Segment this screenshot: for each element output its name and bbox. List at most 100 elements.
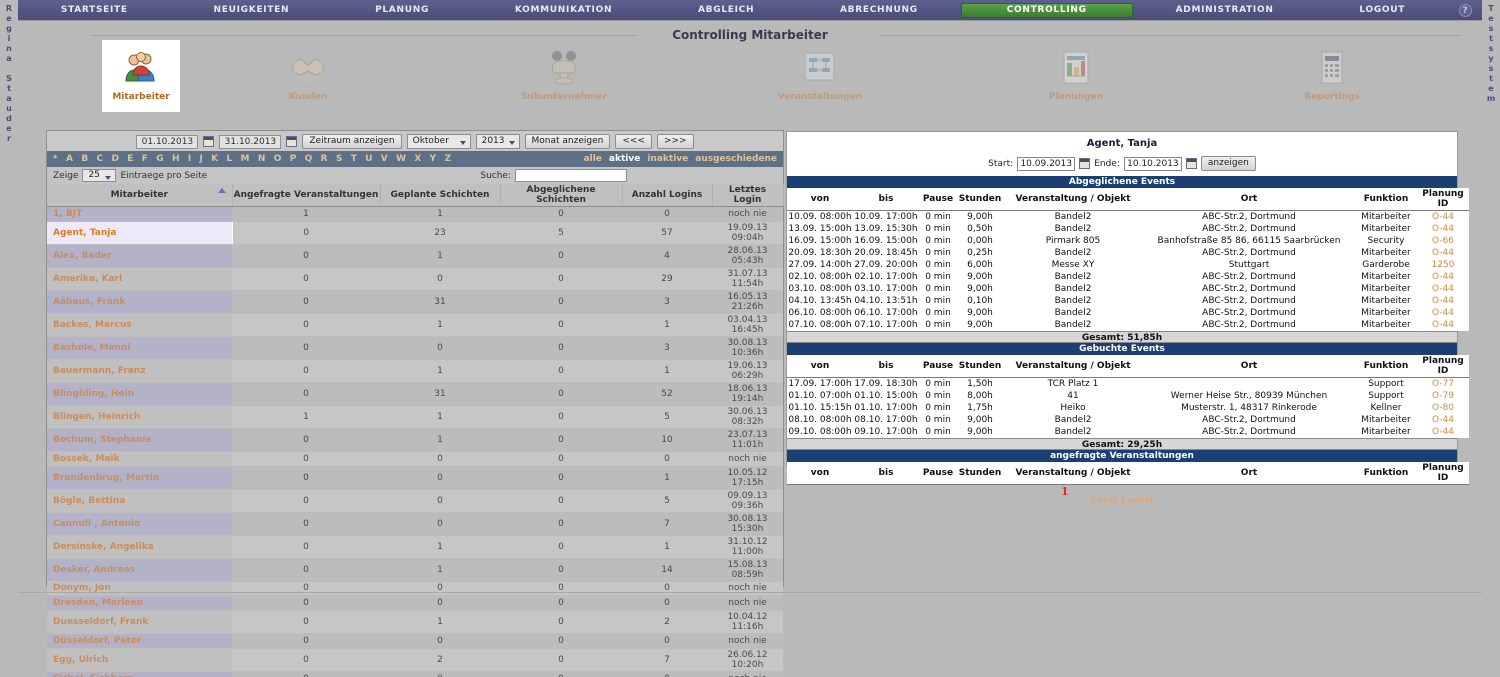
- employee-name[interactable]: Desker, Andreas: [47, 558, 232, 582]
- employee-name[interactable]: Duesseldorf, Frank: [47, 610, 232, 635]
- employee-row[interactable]: Blingen, Heinrich 1 1 0 5 30.06.13 08:32h: [47, 405, 783, 429]
- employee-row[interactable]: Alex, Bader 0 1 0 4 28.06.13 05:43h: [47, 244, 783, 268]
- state-filter-ausgeschiedene[interactable]: ausgeschiedene: [695, 154, 777, 164]
- state-filter-alle[interactable]: alle: [584, 154, 602, 164]
- employee-row[interactable]: Desker, Andreas 0 1 0 14 15.08.13 08:59h: [47, 558, 783, 582]
- employee-name[interactable]: Blingen, Heinrich: [47, 405, 232, 429]
- calendar-icon[interactable]: [286, 136, 298, 147]
- employee-name[interactable]: 1, BJT: [47, 206, 232, 222]
- module-veranstaltungen[interactable]: Veranstaltungen: [692, 40, 948, 112]
- event-planung-id[interactable]: O-66: [1417, 235, 1469, 247]
- employee-row[interactable]: Donym, Jon 0 0 0 0 noch nie: [47, 581, 783, 597]
- employee-row[interactable]: Bögle, Bettina 0 0 0 5 09.09.13 09:36h: [47, 489, 783, 513]
- search-input[interactable]: [515, 169, 627, 182]
- help-icon[interactable]: ?: [1448, 3, 1482, 17]
- topnav-item-startseite[interactable]: STARTSEITE: [18, 0, 171, 21]
- topnav-item-kommunikation[interactable]: KOMMUNIKATION: [472, 0, 655, 21]
- event-planung-id[interactable]: O-44: [1417, 307, 1469, 319]
- employee-row[interactable]: Düsseldorf, Peter 0 0 0 0 noch nie: [47, 633, 783, 649]
- next-button[interactable]: >>>: [656, 134, 694, 149]
- module-subunternehmer[interactable]: Subunternehmer: [436, 40, 692, 112]
- employee-name[interactable]: Dersinske, Angelika: [47, 535, 232, 559]
- employee-row[interactable]: Cannuli , Antonio 0 0 0 7 30.08.13 15:30h: [47, 512, 783, 536]
- topnav-item-administration[interactable]: ADMINISTRATION: [1133, 0, 1317, 21]
- employee-name[interactable]: Dresden, Marleen: [47, 595, 232, 612]
- event-planung-id[interactable]: O-44: [1417, 295, 1469, 307]
- employee-row[interactable]: 1, BJT 1 1 0 0 noch nie: [47, 206, 783, 222]
- employee-row[interactable]: Amerika, Karl 0 0 0 29 31.07.13 11:54h: [47, 267, 783, 291]
- employee-name[interactable]: Egg, Ulrich: [47, 648, 232, 672]
- employee-name[interactable]: Bossek, Maik: [47, 451, 232, 467]
- employee-row[interactable]: Bashole, Manni 0 0 0 3 30.08.13 10:36h: [47, 336, 783, 360]
- per-page-select[interactable]: 25: [82, 169, 117, 182]
- employee-col-5[interactable]: Letztes Login: [712, 184, 784, 207]
- excel-export-link[interactable]: Excel Export: [1091, 496, 1154, 506]
- employee-row[interactable]: Aähaus, Fränk 0 31 0 3 16.05.13 21:26h: [47, 290, 783, 314]
- topnav-item-abgleich[interactable]: ABGLEICH: [655, 0, 797, 21]
- employee-row[interactable]: Brandenbrug, Martin 0 0 0 1 10.05.12 17:15h: [47, 466, 783, 490]
- state-filter-inaktive[interactable]: inaktive: [647, 154, 688, 164]
- employee-name[interactable]: Aähaus, Fränk: [47, 290, 232, 314]
- show-month-button[interactable]: Monat anzeigen: [524, 134, 611, 149]
- employee-row[interactable]: Agent, Tanja 0 23 5 57 19.09.13 09:04h: [47, 221, 783, 245]
- employee-name[interactable]: Bashole, Manni: [47, 336, 232, 360]
- topnav-item-neuigkeiten[interactable]: NEUIGKEITEN: [171, 0, 333, 21]
- date-from-input[interactable]: 01.10.2013: [136, 134, 199, 149]
- topnav-item-planung[interactable]: PLANUNG: [332, 0, 472, 21]
- month-select[interactable]: Oktober: [406, 134, 471, 149]
- event-planung-id[interactable]: O-44: [1417, 223, 1469, 235]
- employee-row[interactable]: Blingbling, Hein 0 31 0 52 18.06.13 19:14h: [47, 382, 783, 406]
- event-planung-id[interactable]: O-77: [1417, 377, 1469, 390]
- employee-name[interactable]: Düsseldorf, Peter: [47, 633, 232, 649]
- event-planung-id[interactable]: O-79: [1417, 390, 1469, 402]
- event-planung-id[interactable]: O-44: [1417, 319, 1469, 331]
- employee-col-4[interactable]: Anzahl Logins: [622, 184, 713, 207]
- calendar-icon[interactable]: [1185, 158, 1197, 169]
- event-planung-id[interactable]: O-44: [1417, 271, 1469, 283]
- employee-name[interactable]: Bochum, Stephanie: [47, 428, 232, 452]
- employee-row[interactable]: Dersinske, Angelika 0 1 0 1 31.10.12 11:00h: [47, 535, 783, 559]
- employee-col-2[interactable]: Geplante Schichten: [380, 184, 501, 207]
- employee-name[interactable]: Cannuli , Antonio: [47, 512, 232, 536]
- module-kunden[interactable]: Kunden: [180, 40, 436, 112]
- calendar-icon[interactable]: [203, 136, 215, 147]
- event-planung-id[interactable]: O-44: [1417, 283, 1469, 295]
- employee-name[interactable]: Alex, Bader: [47, 244, 232, 268]
- topnav-item-controlling[interactable]: CONTROLLING: [960, 2, 1133, 18]
- employee-row[interactable]: Backes, Marcus 0 1 0 1 03.04.13 16:45h: [47, 313, 783, 337]
- event-planung-id[interactable]: O-44: [1417, 414, 1469, 426]
- employee-row[interactable]: Bochum, Stephanie 0 1 0 10 23.07.13 11:01h: [47, 428, 783, 452]
- employee-row[interactable]: Bauermann, Franz 0 1 0 1 19.06.13 06:29h: [47, 359, 783, 383]
- employee-row[interactable]: Eichel, Eichhorn0000noch nie: [47, 671, 783, 677]
- event-planung-id[interactable]: O-44: [1417, 426, 1469, 438]
- employee-col-1[interactable]: Angefragte Veranstaltungen: [232, 184, 381, 207]
- employee-row[interactable]: Duesseldorf, Frank 0 1 0 2 10.04.12 11:16h: [47, 610, 783, 635]
- topnav-item-logout[interactable]: LOGOUT: [1316, 0, 1448, 21]
- employee-col-3[interactable]: Abgeglichene Schichten: [500, 184, 623, 207]
- module-mitarbeiter[interactable]: Mitarbeiter: [102, 40, 180, 112]
- employee-name[interactable]: Amerika, Karl: [47, 267, 232, 291]
- event-planung-id[interactable]: 1250: [1417, 259, 1469, 271]
- year-select[interactable]: 2013: [475, 134, 520, 149]
- employee-row[interactable]: Dresden, Marleen 0 0 0 0 noch nie: [47, 595, 783, 612]
- module-reportings[interactable]: Reportings: [1204, 40, 1460, 112]
- employee-name[interactable]: Blingbling, Hein: [47, 382, 232, 406]
- employee-name[interactable]: Backes, Marcus: [47, 313, 232, 337]
- employee-name[interactable]: Eichel, Eichhorn: [47, 671, 232, 677]
- calendar-icon[interactable]: [1079, 158, 1091, 169]
- prev-button[interactable]: <<<: [615, 134, 652, 149]
- state-filter-aktive[interactable]: aktive: [609, 154, 640, 164]
- employee-name[interactable]: Bögle, Bettina: [47, 489, 232, 513]
- employee-row[interactable]: Bossek, Maik 0 0 0 0 noch nie: [47, 451, 783, 467]
- employee-col-0[interactable]: Mitarbeiter: [47, 184, 233, 207]
- topnav-item-abrechnung[interactable]: ABRECHNUNG: [797, 0, 961, 21]
- employee-name[interactable]: Brandenbrug, Martin: [47, 466, 232, 490]
- employee-name[interactable]: Donym, Jon: [47, 581, 232, 597]
- show-range-button[interactable]: Zeitraum anzeigen: [302, 134, 402, 149]
- employee-row[interactable]: Egg, Ulrich 0 2 0 7 26.06.12 10:20h: [47, 648, 783, 672]
- alphabet-letters[interactable]: * A B C D E F G H I J K L M N O P Q R S …: [53, 154, 454, 164]
- module-planungen[interactable]: Planungen: [948, 40, 1204, 112]
- start-date-input[interactable]: 10.09.2013: [1017, 156, 1076, 171]
- employee-name[interactable]: Bauermann, Franz: [47, 359, 232, 383]
- show-detail-button[interactable]: anzeigen: [1200, 156, 1256, 171]
